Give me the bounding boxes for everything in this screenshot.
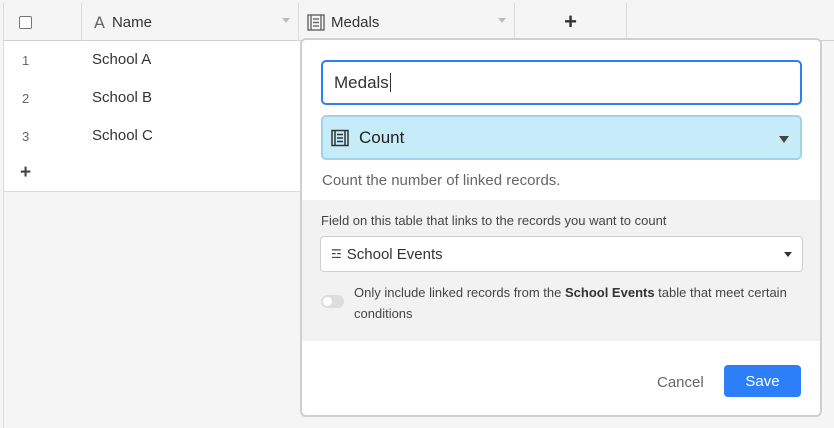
- toggle-knob: [323, 297, 332, 306]
- table-row[interactable]: 1 School A: [4, 41, 301, 80]
- column-header-medals-label: Medals: [331, 13, 380, 31]
- field-editor-panel: Medals Count Count the number of linked …: [300, 38, 822, 417]
- count-field-icon: [331, 129, 349, 146]
- link-field-value: School Events: [346, 245, 443, 263]
- conditions-prefix: Only include linked records from the: [354, 285, 565, 300]
- row-name-cell[interactable]: School A: [92, 51, 151, 68]
- count-field-icon: [307, 13, 325, 31]
- column-header-row: A Name Medals +: [4, 3, 834, 41]
- text-field-icon: A: [94, 12, 105, 32]
- field-name-value: Medals: [334, 72, 389, 92]
- field-type-label: Count: [359, 127, 405, 147]
- column-header-medals[interactable]: Medals: [299, 3, 515, 41]
- save-button[interactable]: Save: [724, 365, 801, 397]
- table-row[interactable]: 3 School C: [4, 117, 301, 156]
- row-number: 2: [22, 91, 30, 106]
- text-cursor: [389, 73, 391, 92]
- column-header-name[interactable]: A Name: [82, 3, 299, 41]
- row-number: 3: [22, 129, 30, 144]
- chevron-down-icon[interactable]: [498, 18, 506, 23]
- field-type-description: Count the number of linked records.: [322, 172, 561, 189]
- select-all-checkbox[interactable]: [19, 15, 32, 29]
- conditions-toggle[interactable]: [321, 295, 344, 308]
- add-column-button[interactable]: +: [515, 3, 627, 41]
- link-field-icon: ☲: [331, 247, 342, 261]
- conditions-label: Only include linked records from the Sch…: [354, 282, 794, 324]
- select-all-cell[interactable]: [4, 3, 82, 41]
- conditions-table-name: School Events: [564, 285, 655, 300]
- chevron-down-icon[interactable]: [282, 18, 290, 23]
- add-row-button[interactable]: +: [4, 155, 301, 192]
- field-name-input[interactable]: Medals: [321, 60, 802, 105]
- chevron-down-icon: [779, 136, 789, 143]
- plus-icon: +: [20, 162, 32, 183]
- chevron-down-icon: [784, 252, 792, 257]
- row-number: 1: [22, 53, 30, 68]
- link-field-label: Field on this table that links to the re…: [321, 213, 667, 228]
- row-name-cell[interactable]: School B: [92, 89, 152, 106]
- cancel-button[interactable]: Cancel: [657, 374, 704, 391]
- column-header-name-label: Name: [111, 13, 152, 31]
- count-options-section: Field on this table that links to the re…: [302, 200, 820, 341]
- field-type-select[interactable]: Count: [321, 115, 802, 160]
- row-name-cell[interactable]: School C: [92, 127, 153, 144]
- table-row[interactable]: 2 School B: [4, 79, 301, 118]
- link-field-select[interactable]: ☲ School Events: [320, 236, 803, 272]
